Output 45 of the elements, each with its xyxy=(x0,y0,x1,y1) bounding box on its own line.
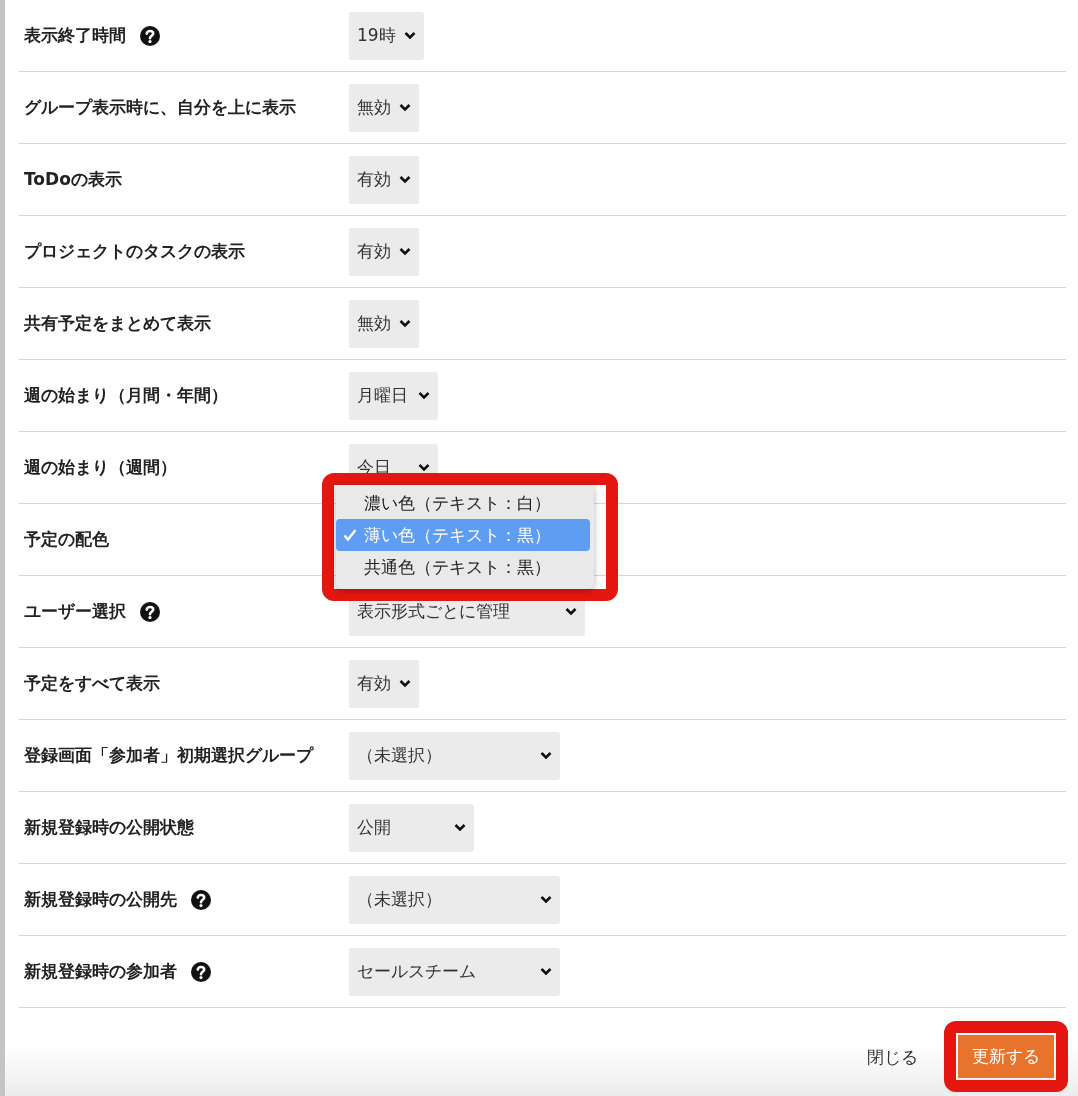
setting-label: 週の始まり（週間） xyxy=(24,456,177,479)
setting-label: ToDoの表示 xyxy=(24,168,122,191)
dropdown-select[interactable]: 無効 xyxy=(349,83,419,132)
help-icon[interactable] xyxy=(140,601,160,622)
dropdown-select[interactable]: 有効 xyxy=(349,155,419,204)
menu-option[interactable]: 共通色（テキスト：黒） xyxy=(336,551,590,583)
dropdown-select[interactable]: 無効 xyxy=(349,299,419,348)
setting-label: 登録画面「参加者」初期選択グループ xyxy=(24,744,313,767)
chevron-icon xyxy=(540,895,552,904)
setting-label: 共有予定をまとめて表示 xyxy=(24,312,211,335)
help-icon[interactable] xyxy=(140,25,160,46)
dropdown-select[interactable]: 有効 xyxy=(349,227,419,276)
check-icon xyxy=(343,528,357,542)
setting-label: 新規登録時の参加者 xyxy=(24,960,177,983)
chevron-icon xyxy=(399,247,411,256)
setting-label: 週の始まり（月間・年間） xyxy=(24,384,228,407)
help-icon[interactable] xyxy=(191,961,211,982)
dropdown-select[interactable]: 19時 xyxy=(349,11,424,60)
setting-label: 予定をすべて表示 xyxy=(24,672,160,695)
chevron-icon xyxy=(399,319,411,328)
chevron-icon xyxy=(404,31,416,40)
dropdown-select[interactable]: （未選択） xyxy=(349,875,560,924)
help-icon[interactable] xyxy=(191,889,211,910)
chevron-icon xyxy=(418,391,430,400)
chevron-icon xyxy=(399,175,411,184)
chevron-icon xyxy=(454,823,466,832)
dropdown-select[interactable]: 月曜日 xyxy=(349,371,438,420)
chevron-icon xyxy=(418,463,430,472)
setting-label: 予定の配色 xyxy=(24,528,109,551)
chevron-icon xyxy=(540,967,552,976)
setting-label: 新規登録時の公開先 xyxy=(24,888,177,911)
setting-label: プロジェクトのタスクの表示 xyxy=(24,240,245,263)
setting-label: グループ表示時に、自分を上に表示 xyxy=(24,96,296,119)
setting-label: 表示終了時間 xyxy=(24,24,126,47)
close-button[interactable]: 閉じる xyxy=(863,1041,922,1073)
setting-label: 新規登録時の公開状態 xyxy=(24,816,194,839)
chevron-icon xyxy=(540,751,552,760)
setting-label: ユーザー選択 xyxy=(24,600,126,623)
chevron-icon xyxy=(399,103,411,112)
dropdown-select[interactable]: 公開 xyxy=(349,803,474,852)
dropdown-select[interactable]: セールスチーム xyxy=(349,947,560,996)
dropdown-select[interactable]: （未選択） xyxy=(349,731,560,780)
chevron-icon xyxy=(399,679,411,688)
chevron-icon xyxy=(565,607,577,616)
dropdown-select[interactable]: 有効 xyxy=(349,659,419,708)
